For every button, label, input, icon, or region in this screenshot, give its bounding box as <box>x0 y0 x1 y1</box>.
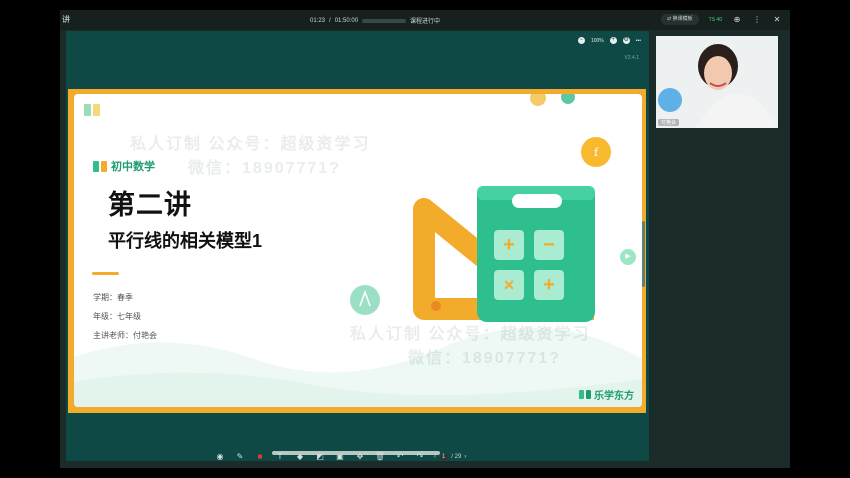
shape-tool-icon[interactable]: ◆ <box>294 451 306 463</box>
timer-progress-bar <box>362 18 407 23</box>
title-bar: 讲 01:23 / 01:50:00 课程进行中 ⇄ 换课模板 TS 40 ⊕ … <box>60 10 790 30</box>
move-icon[interactable]: ✥ <box>354 451 366 463</box>
eraser-icon[interactable]: ◩ <box>314 451 326 463</box>
close-icon[interactable]: ✕ <box>772 15 782 25</box>
term-info: 学期：春季 <box>93 293 133 302</box>
teacher-camera: 付艳会 <box>656 36 778 128</box>
subject-label: 初中数学 <box>93 158 155 174</box>
calculator-illustration: f + − × + <box>350 94 611 322</box>
screenshot-icon[interactable]: ▣ <box>334 451 346 463</box>
book-logo-icon <box>84 104 100 116</box>
brand-text: 乐学东方 <box>594 391 634 402</box>
zoom-icon[interactable]: ⊕ <box>732 15 742 25</box>
teacher-avatar <box>656 36 778 128</box>
courseware-stage: − 100% + ⚙ ••• V2.4.1 私人订制 公众号：超级资学习 微信：… <box>66 31 649 461</box>
slide-content: 私人订制 公众号：超级资学习 微信：18907771? 私人订制 公众号：超级资… <box>74 94 642 407</box>
lesson-timer: 01:23 / 01:50:00 课程进行中 <box>310 16 441 26</box>
time-current: 01:23 <box>310 17 326 24</box>
stage-more-icon[interactable]: ••• <box>636 38 641 44</box>
page-current[interactable]: 1 <box>439 454 449 460</box>
teacher-info: 主讲老师：付艳会 <box>93 331 157 340</box>
redo-icon[interactable]: ↷ <box>414 451 426 463</box>
delete-icon[interactable]: 🗑 <box>374 451 386 463</box>
lecture-title: 第二讲 <box>108 190 192 220</box>
drawing-toolbar: ◉ ✎ ■ T ◆ ◩ ▣ ✥ 🗑 ↶ ↷ ‹ 1 / 29 › <box>214 451 467 463</box>
zoom-out-icon[interactable]: − <box>577 37 585 44</box>
page-indicator: ‹ 1 / 29 › <box>434 454 466 460</box>
time-total: 01:50:00 <box>334 17 359 24</box>
zoom-level: 100% <box>590 37 604 44</box>
page-total: / 29 <box>451 454 462 460</box>
brand-book-icon <box>579 390 591 399</box>
svg-text:−: − <box>543 234 555 256</box>
pen-icon[interactable]: ✎ <box>234 451 246 463</box>
watermark-top: 私人订制 公众号：超级资学习 微信：18907771? <box>130 130 370 178</box>
more-menu-icon[interactable]: ⋮ <box>752 15 762 25</box>
decor-circle-green <box>561 94 575 104</box>
vertical-scrollbar[interactable] <box>642 221 645 287</box>
version-label: V2.4.1 <box>624 55 639 61</box>
svg-text:+: + <box>503 234 515 256</box>
color-picker-icon[interactable]: ■ <box>254 451 266 463</box>
top-right-controls: ⇄ 换课模板 TS 40 ⊕ ⋮ ✕ <box>661 14 782 25</box>
next-slide-button[interactable]: ▶ <box>620 249 636 265</box>
decor-circle-orange <box>530 94 546 106</box>
lecture-subtitle: 平行线的相关模型1 <box>108 231 263 251</box>
compass-badge-icon <box>350 285 380 315</box>
window-title: 讲 <box>62 15 70 24</box>
network-signal: TS 40 <box>708 16 722 23</box>
next-page-icon[interactable]: › <box>464 454 466 460</box>
settings-icon[interactable]: ⚙ <box>622 37 630 44</box>
grade-info: 年级：七年级 <box>93 312 141 321</box>
switch-template-button[interactable]: ⇄ 换课模板 <box>661 14 699 25</box>
calculator-display <box>512 194 562 208</box>
watermark-line1: 私人订制 公众号：超级资学习 <box>130 136 371 153</box>
prev-page-icon[interactable]: ‹ <box>434 454 436 460</box>
book-icon <box>93 160 107 172</box>
time-separator: / <box>329 17 331 24</box>
subject-text: 初中数学 <box>111 161 155 173</box>
app-window: 讲 01:23 / 01:50:00 课程进行中 ⇄ 换课模板 TS 40 ⊕ … <box>60 10 790 468</box>
lesson-status: 课程进行中 <box>410 19 441 25</box>
slide: 私人订制 公众号：超级资学习 微信：18907771? 私人订制 公众号：超级资… <box>68 89 646 413</box>
text-tool-icon[interactable]: T <box>274 451 286 463</box>
switch-template-label: 换课模板 <box>672 16 693 22</box>
svg-text:+: + <box>543 274 555 296</box>
stage-toolbar: − 100% + ⚙ ••• <box>577 37 641 44</box>
undo-icon[interactable]: ↶ <box>394 451 406 463</box>
accent-divider <box>92 272 119 275</box>
record-icon[interactable]: ◉ <box>214 451 226 463</box>
svg-text:×: × <box>504 275 515 295</box>
teacher-name-label: 付艳会 <box>658 119 680 126</box>
zoom-in-icon[interactable]: + <box>609 37 617 44</box>
brand-logo: 乐学东方 <box>579 387 634 402</box>
